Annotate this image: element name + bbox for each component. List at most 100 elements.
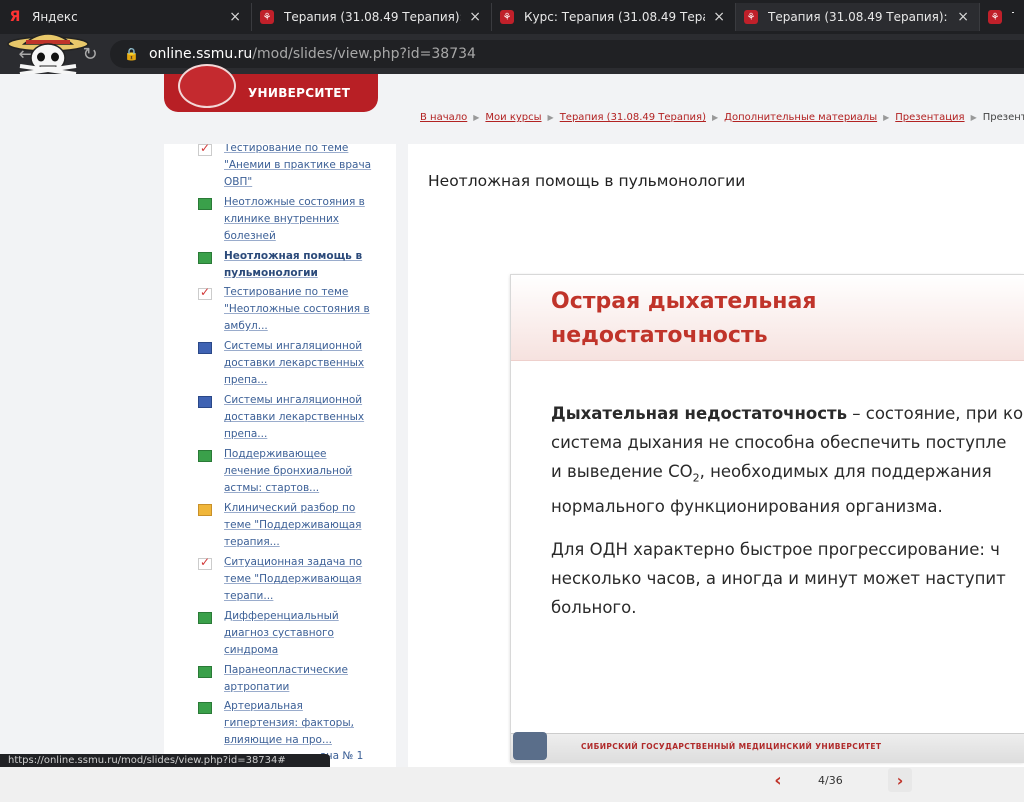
test-activity-icon [198,285,212,300]
lock-icon: 🔒 [124,47,139,61]
sidebar-item-line: астмы: стартов... [224,482,320,494]
tab-therapy-active[interactable]: ⚘ Терапия (31.08.49 Терапия): Н × [736,3,980,31]
sidebar-item[interactable]: Дифференциальный диагноз суставного синдро… [198,608,386,659]
sidebar-item-label: Системы ингаляционной доставки лекарствен… [204,392,364,443]
sidebar-item-line: Клинический разбор по [224,502,356,514]
ssmu-favicon-icon: ⚘ [988,10,1002,24]
media-activity-icon [198,396,212,408]
sidebar-item-line: Тестирование по теме [224,286,349,298]
page-title: Неотложная помощь в пульмонологии [428,172,746,190]
sidebar-item[interactable]: Системы ингаляционной доставки лекарствен… [198,392,386,443]
breadcrumb-course[interactable]: Терапия (31.08.49 Терапия) [560,112,706,123]
sidebar-item-line: Неотложные состояния в [224,196,365,208]
breadcrumb-my-courses[interactable]: Мои курсы [485,112,541,123]
sidebar-item-label: Неотложные состояния в клинике внутренних… [204,194,365,245]
sidebar-item-line: синдрома [224,644,279,656]
slide-text: система дыхания не способна обеспечить п… [551,433,1007,452]
main-content: Неотложная помощь в пульмонологии Острая… [408,144,1024,792]
university-seal-icon [178,64,236,108]
sidebar-item-label: Неотложная помощь в пульмонологии [204,248,362,282]
sidebar-item-line: клинике внутренних [224,213,339,225]
sidebar-item[interactable]: Клинический разбор по теме "Поддерживающа… [198,500,386,551]
breadcrumb-separator-icon: ▶ [970,113,977,122]
test-activity-icon [198,555,212,570]
url-input[interactable]: 🔒 online.ssmu.ru /mod/slides/view.php?id… [110,40,1024,68]
slide-paragraph: Для ОДН характерно быстрое прогрессирова… [551,535,1024,622]
page-content: УНИВЕРСИТЕТ В начало ▶ Мои курсы ▶ Терапия (… [0,64,1024,792]
sidebar-item-line: диагноз суставного [224,627,334,639]
ssmu-favicon-icon: ⚘ [500,10,514,24]
sidebar-item-line: артропатии [224,681,290,693]
sidebar-item-line: амбул... [224,320,268,332]
tab-course-therapy[interactable]: ⚘ Курс: Терапия (31.08.49 Терап × [492,3,736,31]
sidebar-item-label: Ситуационная задача по теме "Поддерживающ… [204,554,362,605]
url-path: /mod/slides/view.php?id=38734 [252,46,476,62]
sidebar-item-label: Дифференциальный диагноз суставного синдро… [204,608,339,659]
sidebar-item[interactable]: Артериальная гипертензия: факторы, влияющи… [198,698,386,749]
address-bar: ← → ↻ 🔒 online.ssmu.ru /mod/slides/view.… [0,34,1024,74]
slide-term: Дыхательная недостаточность [551,404,848,423]
close-icon[interactable]: × [957,9,969,25]
course-navigation-sidebar: Тестирование по теме "Анемии в практике в… [164,144,396,767]
sidebar-item-label: Артериальная гипертензия: факторы, влияющи… [204,698,354,749]
sidebar-item-line: препа... [224,428,268,440]
slide-activity-icon [198,450,212,462]
breadcrumb-home[interactable]: В начало [420,112,467,123]
media-activity-icon [198,342,212,354]
breadcrumb-separator-icon: ▶ [883,113,890,122]
next-slide-button[interactable]: › [888,768,912,792]
previous-slide-button[interactable]: ‹ [768,770,788,791]
sidebar-item-line: доставки лекарственных [224,411,365,423]
tab-label: Терапия (31.08.49 Терапия): С [284,10,462,24]
slide-body: Дыхательная недостаточность – состояние,… [551,399,1024,636]
sidebar-item[interactable]: Неотложная помощь в пульмонологии [198,248,386,282]
sidebar-item[interactable]: Неотложные состояния в клинике внутренних… [198,194,386,245]
slide-text: и выведение СО [551,462,693,481]
close-icon[interactable]: × [469,9,481,25]
tab-therapy-overflow[interactable]: ⚘ Т [980,3,1024,31]
breadcrumb-current: Презентация "Неот [982,112,1024,123]
sidebar-item-line: Системы ингаляционной [224,394,363,406]
sidebar-item[interactable]: Паранеопластические артропатии [198,662,386,696]
slide-title: Острая дыхательная недостаточность [551,285,851,353]
tab-label: Курс: Терапия (31.08.49 Терап [524,10,706,24]
close-icon[interactable]: × [229,9,241,25]
sidebar-item-line: Паранеопластические [224,664,348,676]
slide-footer-text: СИБИРСКИЙ ГОСУДАРСТВЕННЫЙ МЕДИЦИНСКИЙ УН… [581,742,882,751]
sidebar-item-line: лечение бронхиальной [224,465,353,477]
slide-viewer: Острая дыхательная недостаточность Дыхат… [510,274,1024,763]
close-icon[interactable]: × [713,9,725,25]
sidebar-item[interactable]: Тестирование по теме "Анемии в практике в… [198,144,386,191]
slide-text: больного. [551,598,637,618]
skull-straw-hat-icon [7,33,89,76]
sidebar-item[interactable]: Тестирование по теме "Неотложные состояни… [198,284,386,335]
breadcrumb-additional-materials[interactable]: Дополнительные материалы [724,112,877,123]
sidebar-item-line: ОВП" [224,176,253,188]
slide-pager: ‹ 4/36 › [510,762,1024,802]
university-label: УНИВЕРСИТЕТ [248,86,351,100]
breadcrumb-separator-icon: ▶ [711,113,719,122]
sidebar-item[interactable]: Системы ингаляционной доставки лекарствен… [198,338,386,389]
sidebar-item-label: Системы ингаляционной доставки лекарствен… [204,338,364,389]
breadcrumb: В начало ▶ Мои курсы ▶ Терапия (31.08.49 Тер… [420,112,1024,128]
tab-yandex[interactable]: Я Яндекс × [0,3,252,31]
sidebar-item-line: Системы ингаляционной [224,340,363,352]
sidebar-item-label: Тестирование по теме "Неотложные состояни… [204,284,370,335]
sidebar-item-line: Дифференциальный [224,610,339,622]
sidebar-item-line: "Анемии в практике врача [224,159,372,171]
yandex-icon: Я [9,9,21,25]
sidebar-item-line: болезней [224,230,276,242]
sidebar-item[interactable]: Поддерживающее лечение бронхиальной астмы:… [198,446,386,497]
tab-label: Терапия (31.08.49 Терапия): Н [768,10,950,24]
sidebar-item-line: терапия... [224,536,280,548]
tab-therapy-1[interactable]: ⚘ Терапия (31.08.49 Терапия): С × [252,3,492,31]
sidebar-item-line: препа... [224,374,268,386]
slide-activity-icon [198,612,212,624]
slide-subscript: 2 [692,471,700,485]
breadcrumb-presentation[interactable]: Презентация [895,112,964,123]
sidebar-item-label: Тестирование по теме "Анемии в практике в… [204,144,371,191]
sidebar-item[interactable]: Ситуационная задача по теме "Поддерживающ… [198,554,386,605]
sidebar-item-label: Поддерживающее лечение бронхиальной астмы:… [204,446,352,497]
slide-footer: СИБИРСКИЙ ГОСУДАРСТВЕННЫЙ МЕДИЦИНСКИЙ УН… [511,732,1024,763]
browser-tab-bar: Я Яндекс × ⚘ Терапия (31.08.49 Терапия):… [0,0,1024,34]
